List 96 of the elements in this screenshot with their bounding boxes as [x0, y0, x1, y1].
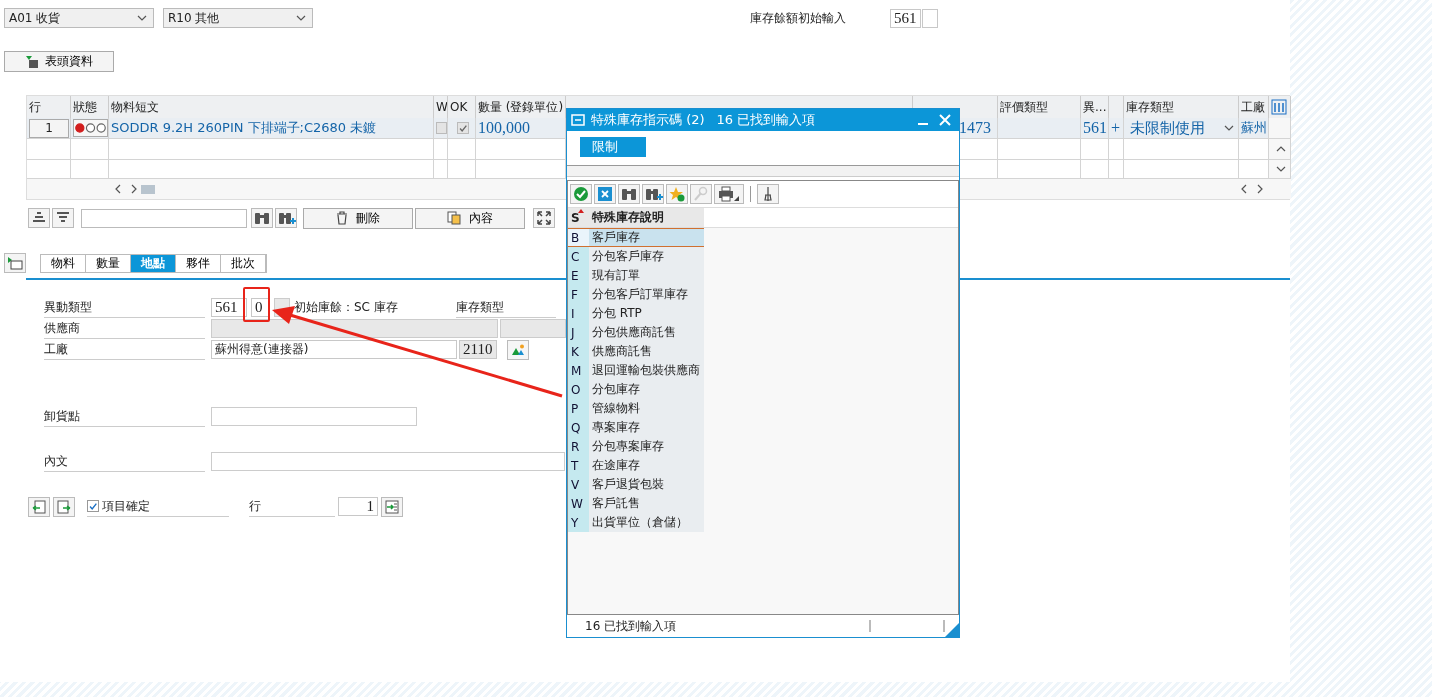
- input-field[interactable]: [211, 452, 565, 471]
- field-label: 內文: [44, 451, 205, 472]
- checkbox-label: 項目確定: [102, 497, 150, 515]
- add-favorite-button[interactable]: [666, 184, 688, 204]
- input-field[interactable]: 561: [211, 298, 247, 317]
- table-cell: SODDR 9.2H 260PIN 下排端子;C2680 未鍍: [111, 119, 377, 137]
- search-button[interactable]: [618, 184, 640, 204]
- column-header[interactable]: 物料短文: [109, 96, 434, 118]
- scrollbar-thumb[interactable]: [141, 184, 155, 194]
- status-text: 16 已找到輸入項: [585, 617, 677, 635]
- pin-button[interactable]: [757, 184, 779, 204]
- details-button[interactable]: 內容: [415, 207, 525, 229]
- field-label: 庫存餘額初始輸入: [750, 9, 847, 27]
- row-number[interactable]: 1: [29, 118, 69, 138]
- input-field[interactable]: 561: [890, 8, 921, 28]
- documents-icon: [447, 211, 461, 225]
- input-field[interactable]: 蘇州得意(連接器): [211, 340, 457, 359]
- scroll-right-icon[interactable]: [1257, 184, 1263, 194]
- checkbox[interactable]: [436, 122, 447, 134]
- scroll-left-icon[interactable]: [115, 184, 121, 194]
- checkbox[interactable]: [87, 500, 99, 512]
- go-to-line-button[interactable]: [381, 496, 403, 517]
- sort-icon: [32, 212, 46, 224]
- hit-count: 16 已找到輸入項: [716, 111, 816, 129]
- search-field[interactable]: [81, 208, 247, 228]
- star-icon: [669, 186, 685, 202]
- column-header[interactable]: 特殊庫存說明: [589, 208, 704, 227]
- cancel-icon: [597, 186, 613, 202]
- caret-icon: [296, 15, 306, 21]
- field-label: 工廠: [44, 339, 205, 360]
- checkbox[interactable]: [456, 122, 469, 134]
- dialog-icon: [571, 114, 585, 126]
- check-icon: [573, 186, 589, 202]
- column-header[interactable]: 工廠: [1239, 96, 1269, 118]
- column-header[interactable]: W: [434, 96, 448, 118]
- expand-icon: [537, 211, 551, 225]
- find-next-button[interactable]: [642, 184, 664, 204]
- field-label: 異動類型: [44, 297, 205, 318]
- column-header[interactable]: 行: [27, 96, 71, 118]
- field-label: 行: [249, 496, 335, 517]
- collapse-button[interactable]: [4, 253, 26, 273]
- table-cell: +: [1111, 119, 1121, 137]
- caret-icon: [1224, 125, 1234, 131]
- printer-icon: [718, 186, 740, 202]
- previous-page-icon: [32, 499, 46, 514]
- table-cell: 561: [1083, 119, 1107, 137]
- input-field[interactable]: 0: [251, 298, 269, 317]
- table-cell: 1473: [959, 119, 991, 137]
- print-button[interactable]: [714, 184, 744, 204]
- key-icon: [693, 186, 709, 202]
- field-description: 初始庫餘：SC 庫存: [294, 299, 399, 316]
- document-icon: [25, 54, 39, 69]
- transaction-dropdown[interactable]: A01 收貨: [4, 8, 154, 28]
- input-field[interactable]: [211, 407, 417, 426]
- scroll-right-icon[interactable]: [131, 184, 137, 194]
- input-field[interactable]: [921, 8, 938, 28]
- resize-grip-icon[interactable]: [945, 623, 959, 637]
- search-button[interactable]: [251, 208, 273, 228]
- filter-button[interactable]: [52, 208, 74, 228]
- image-button[interactable]: [507, 339, 529, 360]
- input-field[interactable]: 1: [338, 497, 378, 516]
- window-icon: [7, 256, 23, 270]
- column-header[interactable]: OK: [448, 96, 476, 118]
- field-label: 供應商: [44, 318, 205, 339]
- input-field: 2110: [459, 340, 497, 359]
- column-header[interactable]: 異...: [1081, 96, 1109, 118]
- scroll-down-icon[interactable]: [1275, 166, 1286, 172]
- filter-icon: [56, 212, 70, 224]
- delete-button[interactable]: 刪除: [303, 207, 413, 229]
- column-header[interactable]: 評價類型: [998, 96, 1081, 118]
- scroll-up-icon[interactable]: [1275, 146, 1286, 152]
- field-label: 庫存類型: [456, 297, 556, 318]
- cancel-button[interactable]: [594, 184, 616, 204]
- highlight-box: [243, 287, 270, 322]
- field-label: 卸貨點: [44, 406, 205, 427]
- go-to-icon: [385, 499, 399, 514]
- caret-icon: [137, 15, 147, 21]
- column-header[interactable]: 庫存類型: [1124, 96, 1239, 118]
- column-header[interactable]: 數量 (登錄單位): [476, 96, 566, 118]
- table-cell: 100,000: [478, 119, 530, 137]
- fullscreen-button[interactable]: [533, 208, 555, 228]
- sort-ascending-button[interactable]: [28, 208, 50, 228]
- image-icon: [511, 343, 525, 356]
- next-page-icon: [57, 499, 71, 514]
- close-icon[interactable]: [939, 114, 951, 126]
- previous-item-button[interactable]: [28, 496, 50, 517]
- table-cell: 蘇州: [1241, 119, 1267, 137]
- reason-dropdown[interactable]: R10 其他: [163, 8, 313, 28]
- next-item-button[interactable]: [53, 496, 75, 517]
- header-data-button[interactable]: 表頭資料: [4, 51, 114, 72]
- find-next-button[interactable]: [275, 208, 297, 228]
- trash-icon: [336, 211, 348, 225]
- scroll-left-icon[interactable]: [1241, 184, 1247, 194]
- confirm-button[interactable]: [570, 184, 592, 204]
- dialog-title: 特殊庫存指示碼 (2): [591, 111, 705, 129]
- column-header[interactable]: 狀態: [71, 96, 109, 118]
